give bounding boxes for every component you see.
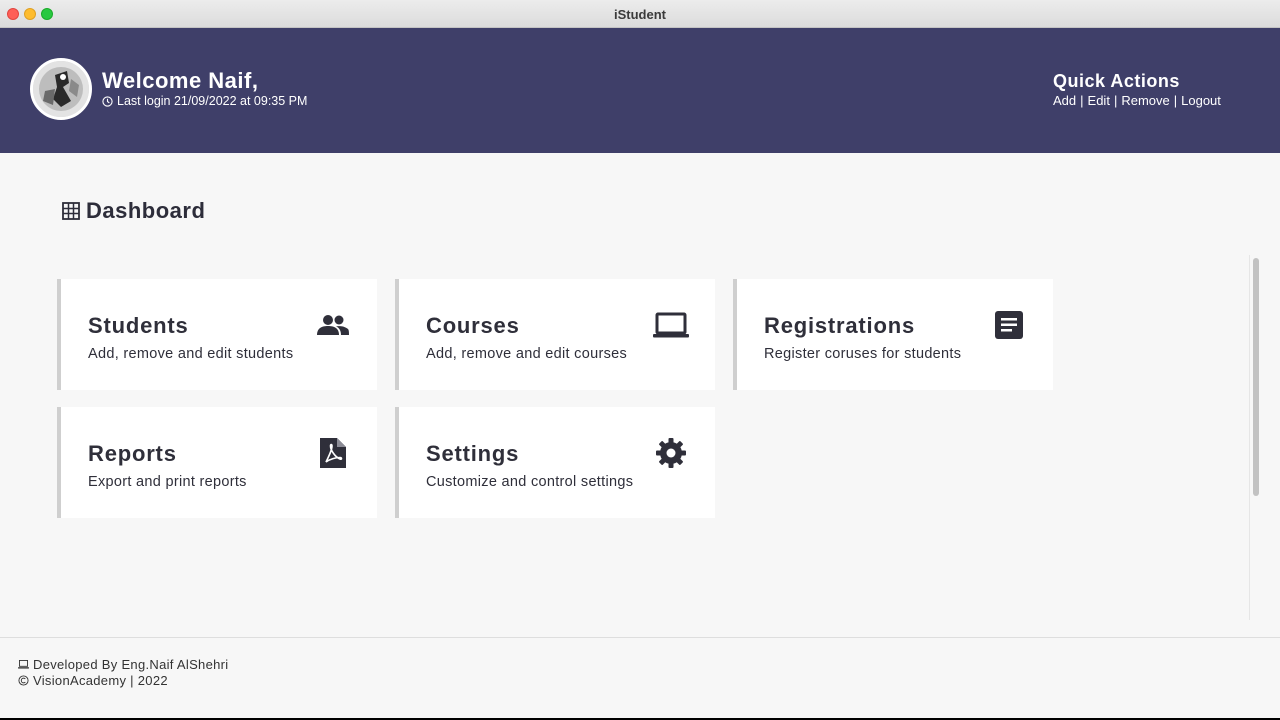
quick-action-separator: | bbox=[1173, 93, 1178, 108]
welcome-text: Welcome Naif, bbox=[102, 68, 259, 93]
card-description: Customize and control settings bbox=[426, 474, 634, 490]
card-title: Courses bbox=[426, 313, 520, 338]
page-title: Dashboard bbox=[62, 198, 205, 224]
quick-action-separator: | bbox=[1113, 93, 1118, 108]
card-title: Registrations bbox=[764, 313, 915, 338]
app-window: iStudent Welcome Naif, Last login 21/09/… bbox=[0, 0, 1280, 718]
card-title: Students bbox=[88, 313, 189, 338]
users-icon bbox=[315, 309, 351, 341]
document-icon bbox=[991, 309, 1027, 341]
footer-copyright: VisionAcademy | 2022 bbox=[18, 673, 168, 688]
footer: Developed By Eng.Naif AlShehri VisionAca… bbox=[0, 637, 1280, 718]
card-description: Export and print reports bbox=[88, 474, 247, 490]
footer-copyright-text: VisionAcademy | 2022 bbox=[33, 673, 168, 688]
copyright-icon bbox=[18, 675, 29, 686]
pdf-icon bbox=[315, 437, 351, 469]
quick-action-separator: | bbox=[1080, 93, 1084, 108]
quick-action-add[interactable]: Add bbox=[1053, 93, 1076, 108]
quick-action-logout[interactable]: Logout bbox=[1181, 93, 1221, 108]
registrations-card[interactable]: Registrations Register coruses for stude… bbox=[733, 279, 1053, 390]
quick-actions-links: Add | Edit | Remove | Logout bbox=[1053, 93, 1221, 108]
footer-developer: Developed By Eng.Naif AlShehri bbox=[18, 657, 228, 672]
table-grid-icon bbox=[62, 202, 80, 220]
card-title: Settings bbox=[426, 441, 520, 466]
avatar bbox=[30, 58, 92, 120]
laptop-icon bbox=[653, 309, 689, 341]
quick-action-remove[interactable]: Remove bbox=[1121, 93, 1169, 108]
scrollbar-thumb[interactable] bbox=[1253, 258, 1259, 496]
last-login-text: Last login 21/09/2022 at 09:35 PM bbox=[117, 94, 308, 108]
title-bar: iStudent bbox=[0, 0, 1280, 28]
window-title: iStudent bbox=[614, 7, 666, 22]
quick-action-edit[interactable]: Edit bbox=[1088, 93, 1110, 108]
card-description: Add, remove and edit students bbox=[88, 346, 294, 362]
gear-icon bbox=[653, 437, 689, 469]
page-title-text: Dashboard bbox=[86, 198, 206, 223]
header: Welcome Naif, Last login 21/09/2022 at 0… bbox=[0, 28, 1280, 153]
clock-icon bbox=[102, 95, 113, 107]
card-description: Register coruses for students bbox=[764, 346, 962, 362]
last-login: Last login 21/09/2022 at 09:35 PM bbox=[102, 94, 307, 108]
vertical-scrollbar[interactable] bbox=[1249, 255, 1261, 620]
laptop-icon bbox=[18, 660, 29, 669]
card-description: Add, remove and edit courses bbox=[426, 346, 628, 362]
courses-card[interactable]: Courses Add, remove and edit courses bbox=[395, 279, 715, 390]
card-title: Reports bbox=[88, 441, 177, 466]
settings-card[interactable]: Settings Customize and control settings bbox=[395, 407, 715, 518]
reports-card[interactable]: Reports Export and print reports bbox=[57, 407, 377, 518]
footer-developer-text: Developed By Eng.Naif AlShehri bbox=[33, 657, 229, 672]
quick-actions-title: Quick Actions bbox=[1053, 71, 1180, 91]
students-card[interactable]: Students Add, remove and edit students bbox=[57, 279, 377, 390]
avatar-image-icon bbox=[33, 61, 89, 117]
